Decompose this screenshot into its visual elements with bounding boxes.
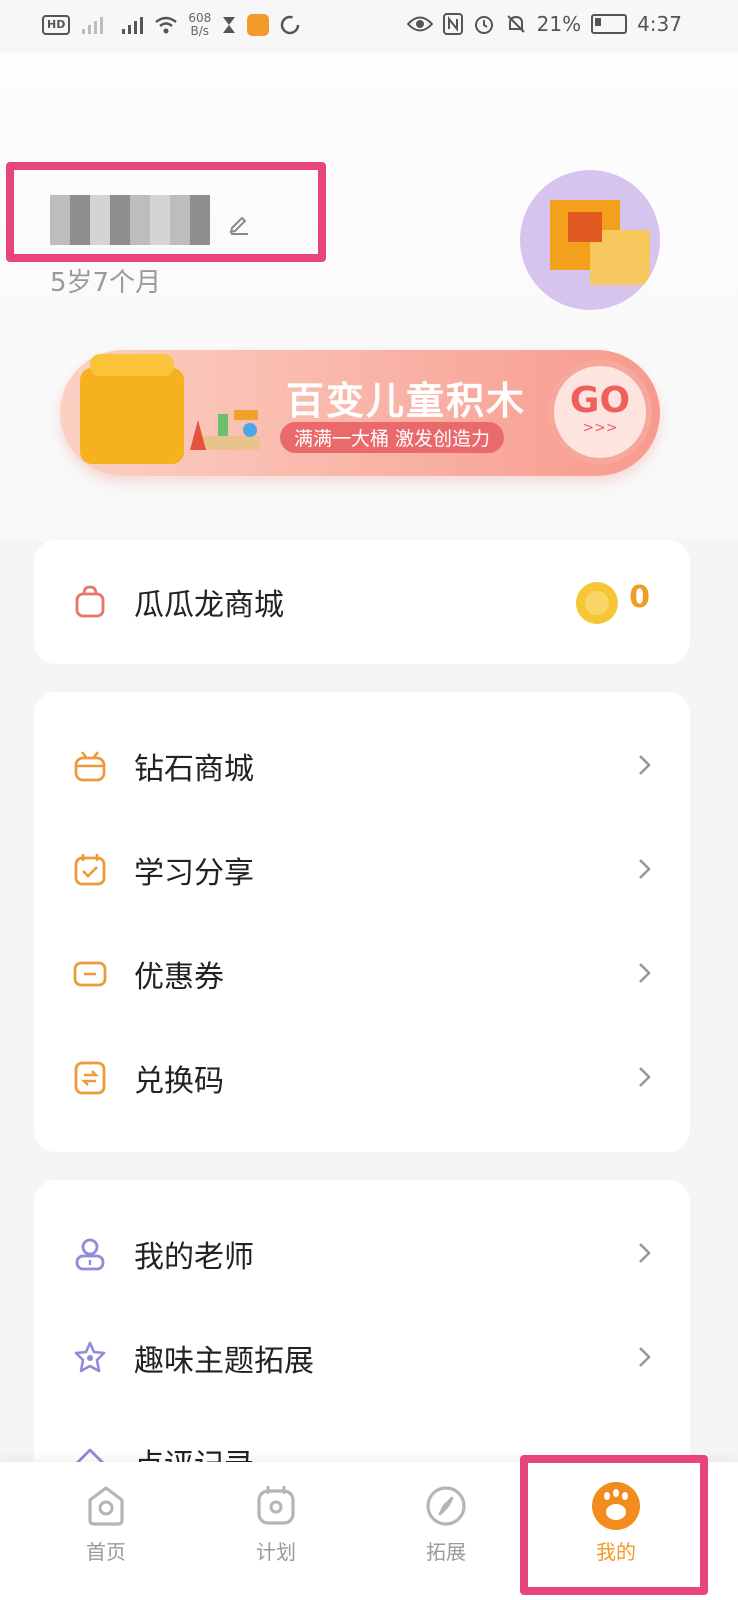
- menu-label: 钻石商城: [134, 752, 254, 787]
- sync-icon: [281, 15, 300, 35]
- mute-bell-icon: [506, 15, 525, 33]
- clock: 4:37: [637, 12, 682, 36]
- home-icon: [88, 1486, 124, 1526]
- shop-label: 瓜瓜龙商城: [134, 588, 284, 623]
- status-left: HD 608 B/s: [42, 12, 301, 38]
- menu-item-study-share[interactable]: 学习分享: [34, 822, 690, 918]
- chevron-right-icon: [639, 755, 651, 775]
- compass-icon: [426, 1486, 466, 1526]
- basket-icon: [74, 751, 106, 782]
- banner-title: 百变儿童积木: [286, 379, 527, 423]
- chevron-right-icon: [639, 1243, 651, 1263]
- child-age: 5岁7个月: [50, 268, 162, 298]
- chevron-right-icon: [639, 963, 651, 983]
- app-notification-icon: [247, 14, 270, 36]
- teacher-icon: [75, 1238, 105, 1271]
- nav-plan[interactable]: 计划: [216, 1482, 336, 1565]
- wifi-icon: [155, 16, 178, 34]
- nfc-icon: [442, 13, 463, 35]
- shop-card: 瓜瓜龙商城 0: [34, 540, 690, 664]
- nav-label: 首页: [86, 1540, 126, 1564]
- banner-go-button[interactable]: GO >>>: [548, 360, 652, 464]
- menu-label: 趣味主题拓展: [134, 1344, 314, 1379]
- flower-icon: [74, 1341, 106, 1373]
- hourglass-icon: [223, 17, 236, 33]
- nav-explore[interactable]: 拓展: [386, 1482, 506, 1565]
- net-speed-value: 608: [188, 11, 212, 25]
- exchange-code-icon: [74, 1061, 106, 1095]
- banner-subtitle: 满满一大桶 激发创造力: [280, 422, 505, 453]
- menu-item-diamond-shop[interactable]: 钻石商城: [34, 718, 690, 814]
- nav-home[interactable]: 首页: [46, 1482, 166, 1565]
- eye-icon: [406, 16, 433, 32]
- shop-row[interactable]: 瓜瓜龙商城 0: [34, 554, 690, 650]
- go-arrows: >>>: [582, 420, 618, 436]
- menu-item-theme-extension[interactable]: 趣味主题拓展: [34, 1310, 690, 1406]
- hd-icon: HD: [42, 15, 71, 35]
- coin-balance: 0: [629, 580, 650, 615]
- battery-percent: 21%: [536, 12, 582, 36]
- chevron-right-icon: [639, 859, 651, 879]
- menu-card-1: 钻石商城 学习分享 优惠券 兑换码: [34, 692, 690, 1152]
- coupon-icon: [73, 961, 107, 987]
- toy-bucket-image: [80, 354, 184, 464]
- nav-label: 拓展: [426, 1540, 466, 1564]
- menu-item-my-teacher[interactable]: 我的老师: [34, 1206, 690, 1302]
- menu-item-coupon[interactable]: 优惠券: [34, 926, 690, 1022]
- net-speed-unit: B/s: [190, 24, 210, 38]
- plan-icon: [257, 1486, 295, 1525]
- menu-label: 优惠券: [134, 960, 224, 995]
- menu-label: 兑换码: [134, 1064, 224, 1099]
- alarm-icon: [474, 16, 493, 34]
- menu-label: 我的老师: [134, 1240, 254, 1275]
- highlight-box-nav: [520, 1455, 708, 1595]
- net-speed: 608 B/s: [188, 12, 211, 38]
- avatar[interactable]: [520, 170, 660, 310]
- signal-4g-icon: [122, 17, 144, 34]
- menu-item-redeem-code[interactable]: 兑换码: [34, 1030, 690, 1126]
- battery-icon: [591, 14, 628, 34]
- highlight-box-name: [6, 162, 326, 262]
- coin-icon: [576, 582, 618, 624]
- status-right: 21% 4:37: [406, 12, 682, 36]
- chevron-right-icon: [639, 1347, 651, 1367]
- menu-label: 学习分享: [134, 856, 254, 891]
- go-label: GO: [569, 380, 631, 421]
- status-bar: HD 608 B/s 21% 4:37: [0, 0, 738, 52]
- signal-icon: [82, 17, 104, 34]
- building-blocks-image: [190, 410, 260, 450]
- shopping-bag-icon: [75, 585, 105, 618]
- calendar-check-icon: [74, 854, 106, 886]
- nav-label: 计划: [256, 1540, 296, 1564]
- chevron-right-icon: [639, 1067, 651, 1087]
